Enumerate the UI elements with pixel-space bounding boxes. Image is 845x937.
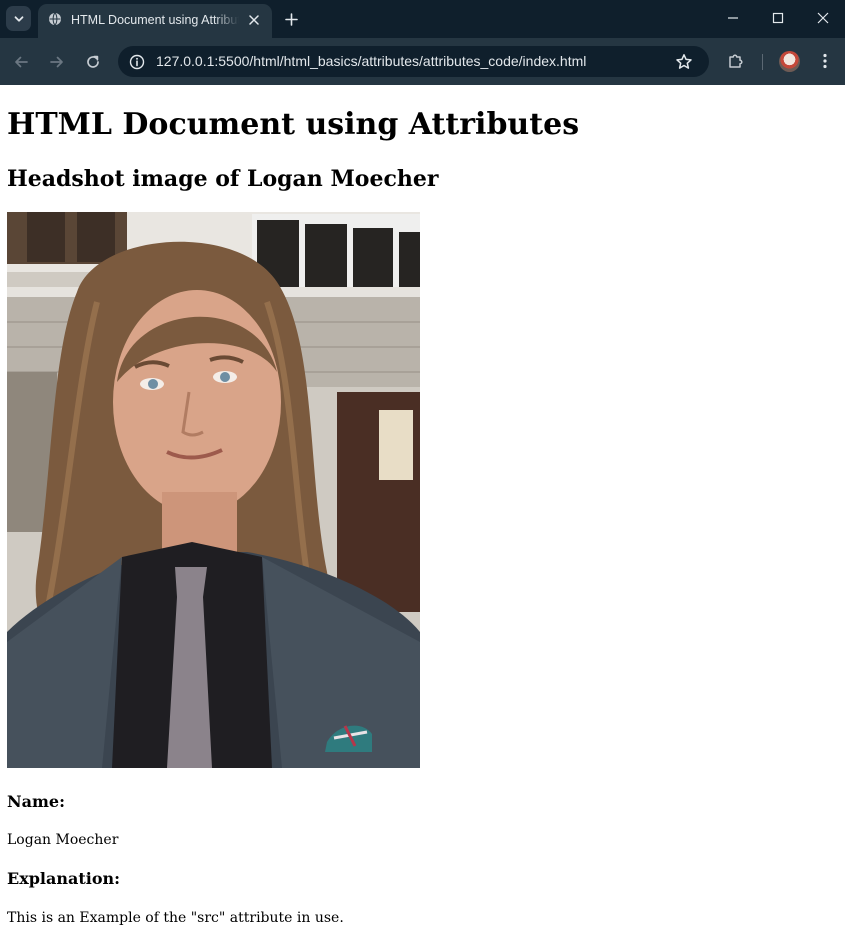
minimize-icon: [728, 17, 738, 19]
browser-tab[interactable]: HTML Document using Attributes: [38, 4, 272, 38]
page-content: HTML Document using Attributes Headshot …: [0, 85, 845, 937]
close-icon: [817, 12, 829, 24]
plus-icon: [284, 12, 298, 26]
profile-avatar[interactable]: [779, 51, 800, 72]
globe-icon: [49, 12, 61, 26]
name-value: Logan Moecher: [7, 832, 119, 848]
page-title: HTML Document using Attributes: [7, 107, 580, 142]
arrow-left-icon: [15, 56, 28, 68]
tab-close-button[interactable]: [245, 11, 263, 29]
more-vertical-icon: [823, 53, 827, 69]
forward-button[interactable]: [44, 49, 70, 75]
arrow-right-icon: [50, 56, 63, 68]
chevron-down-icon: [14, 15, 23, 22]
tab-title: HTML Document using Attributes: [71, 13, 239, 27]
browser-toolbar: 127.0.0.1:5500/html/html_basics/attribut…: [0, 38, 845, 85]
site-info-button[interactable]: [128, 53, 145, 70]
explanation-label: Explanation:: [7, 869, 121, 888]
reload-button[interactable]: [80, 49, 106, 75]
browser-menu-button[interactable]: [813, 49, 837, 73]
url-text[interactable]: 127.0.0.1:5500/html/html_basics/attribut…: [156, 52, 586, 71]
name-label: Name:: [7, 792, 66, 811]
tab-search-button[interactable]: [6, 6, 31, 31]
reload-icon: [87, 55, 99, 68]
info-icon: [129, 54, 144, 69]
new-tab-button[interactable]: [280, 8, 302, 30]
puzzle-icon: [729, 54, 743, 68]
toolbar-divider: [762, 54, 763, 70]
headshot-image: [7, 212, 420, 768]
close-icon: [249, 15, 259, 25]
maximize-button[interactable]: [755, 0, 801, 36]
tab-strip: HTML Document using Attributes: [0, 0, 845, 38]
address-bar[interactable]: 127.0.0.1:5500/html/html_basics/attribut…: [118, 46, 709, 77]
back-button[interactable]: [8, 49, 34, 75]
extensions-button[interactable]: [724, 49, 748, 73]
maximize-icon: [772, 12, 784, 24]
image-heading: Headshot image of Logan Moecher: [7, 166, 439, 192]
close-window-button[interactable]: [800, 0, 845, 36]
bookmark-button[interactable]: [674, 52, 694, 72]
star-icon: [676, 54, 692, 69]
minimize-button[interactable]: [710, 0, 756, 36]
explanation-text: This is an Example of the "src" attribut…: [7, 910, 344, 926]
headshot-photo-illustration: [7, 212, 420, 768]
